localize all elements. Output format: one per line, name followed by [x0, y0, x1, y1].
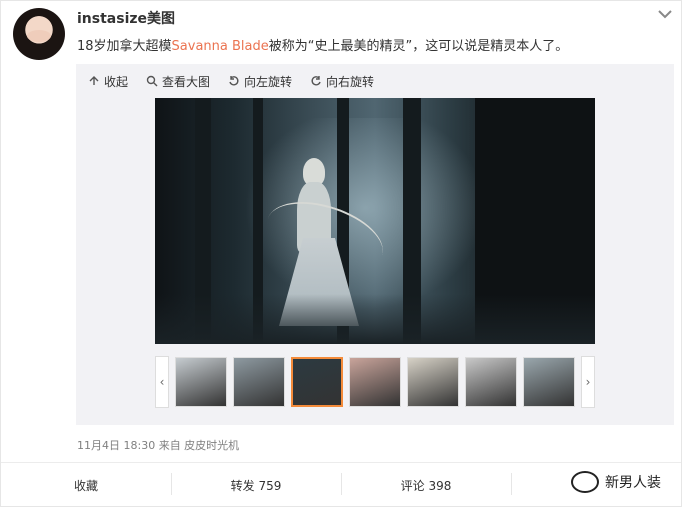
post-text-before: 18岁加拿大超模 [77, 39, 172, 54]
watermark: 新男人装 [571, 471, 661, 493]
username[interactable]: instasize美图 [77, 8, 175, 28]
thumbnail[interactable] [465, 357, 517, 407]
favorite-button[interactable]: 收藏 [1, 463, 171, 507]
thumb-next-button[interactable]: › [581, 356, 595, 408]
repost-button[interactable]: 转发 759 [171, 463, 341, 507]
post-text: 18岁加拿大超模Savanna Blade被称为“史上最美的精灵”，这可以说是精… [77, 35, 568, 54]
avatar[interactable] [13, 8, 65, 60]
thumbnail-strip: ‹ › [155, 356, 595, 408]
rotate-left-icon [229, 76, 239, 86]
thumbnail[interactable] [175, 357, 227, 407]
view-large-button[interactable]: 查看大图 [146, 71, 210, 91]
collapse-button[interactable]: 收起 [88, 71, 128, 91]
thumb-prev-button[interactable]: ‹ [155, 356, 169, 408]
magnifier-icon [146, 75, 158, 87]
repost-label: 转发 759 [230, 478, 282, 493]
thumbnail[interactable] [407, 357, 459, 407]
rotate-right-icon [311, 76, 321, 86]
media-toolbar: 收起 查看大图 向左旋转 向右旋转 [88, 71, 374, 91]
main-photo[interactable] [155, 98, 595, 344]
favorite-label: 收藏 [73, 478, 98, 493]
rotate-right-label: 向右旋转 [326, 74, 375, 89]
watermark-label: 新男人装 [605, 475, 661, 491]
thumbnail[interactable] [349, 357, 401, 407]
weibo-card: instasize美图 18岁加拿大超模Savanna Blade被称为“史上最… [0, 0, 682, 507]
view-large-label: 查看大图 [162, 74, 211, 89]
collapse-label: 收起 [104, 74, 129, 89]
photo-ground [155, 294, 595, 344]
post-meta[interactable]: 11月4日 18:30 来自 皮皮时光机 [77, 437, 239, 453]
thumbnail-list [175, 357, 575, 407]
wechat-icon [571, 471, 599, 493]
rotate-left-label: 向左旋转 [244, 74, 293, 89]
chevron-down-icon[interactable] [657, 8, 673, 20]
media-viewer: 收起 查看大图 向左旋转 向右旋转 ‹ › [76, 64, 674, 425]
arrow-up-icon [89, 76, 99, 85]
highlight-link[interactable]: Savanna Blade [172, 39, 269, 54]
thumbnail[interactable] [291, 357, 343, 407]
thumbnail[interactable] [233, 357, 285, 407]
rotate-right-button[interactable]: 向右旋转 [310, 71, 374, 91]
post-text-after: 被称为“史上最美的精灵”，这可以说是精灵本人了。 [268, 39, 569, 54]
rotate-left-button[interactable]: 向左旋转 [228, 71, 292, 91]
comment-label: 评论 398 [400, 478, 452, 493]
comment-button[interactable]: 评论 398 [341, 463, 511, 507]
thumbnail[interactable] [523, 357, 575, 407]
